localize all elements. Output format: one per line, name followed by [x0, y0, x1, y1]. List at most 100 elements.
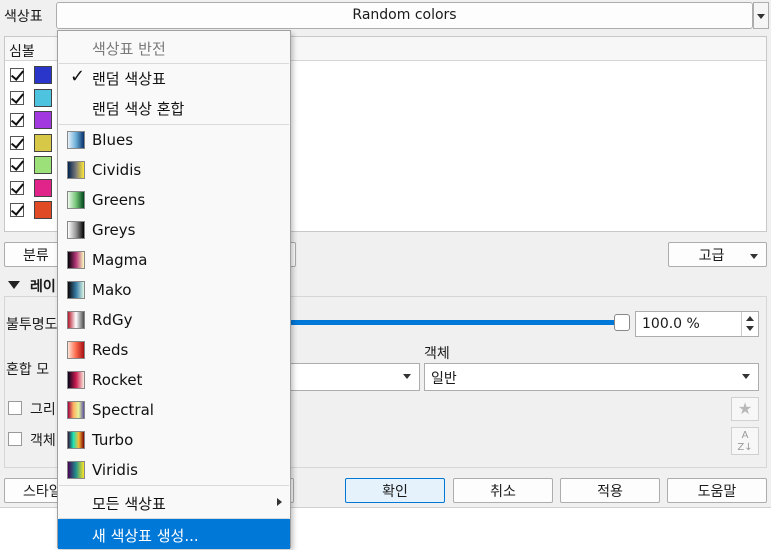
symbol-visibility-checkbox[interactable]	[10, 68, 24, 82]
menu-item-shuffle-colors[interactable]: 랜덤 색상 혼합	[58, 92, 290, 122]
menu-item-ramp-label: Viridis	[92, 461, 138, 479]
chevron-down-icon	[750, 254, 758, 259]
menu-item-ramp-viridis[interactable]: Viridis	[58, 455, 290, 485]
symbol-color-swatch[interactable]	[34, 66, 52, 84]
symbol-color-swatch[interactable]	[34, 156, 52, 174]
ramp-preview-icon	[67, 131, 85, 149]
symbol-row[interactable]	[8, 66, 58, 86]
symbol-row[interactable]	[8, 201, 58, 221]
draw-effects-label: 그리	[30, 402, 56, 418]
symbol-color-swatch[interactable]	[34, 201, 52, 219]
menu-item-ramp-cividis[interactable]: Cividis	[58, 155, 290, 185]
opacity-spinbox[interactable]: 100.0 %	[635, 311, 759, 337]
opacity-slider-track[interactable]	[290, 320, 620, 325]
menu-item-create-label: 새 색상표 생성...	[92, 527, 199, 545]
ramp-preview-icon	[67, 431, 85, 449]
chevron-down-icon[interactable]	[746, 326, 754, 331]
chevron-up-icon[interactable]	[746, 316, 754, 321]
color-ramp-menu: 색상표 반전 ✓ 랜덤 색상표 랜덤 색상 혼합 Blues Cividis Gre…	[57, 30, 291, 549]
menu-item-ramp-blues[interactable]: Blues	[58, 125, 290, 155]
opacity-stepper[interactable]	[741, 312, 758, 336]
object-blend-combo[interactable]: 일반	[424, 363, 759, 391]
advanced-button-label: 고급	[698, 247, 725, 264]
menu-item-ramp-magma[interactable]: Magma	[58, 245, 290, 275]
apply-button-label: 적용	[597, 483, 623, 500]
color-ramp-value: Random colors	[352, 7, 457, 23]
menu-item-invert-label: 색상표 반전	[92, 40, 166, 58]
symbol-color-swatch[interactable]	[34, 133, 52, 152]
ramp-preview-icon	[67, 341, 85, 359]
menu-item-ramp-label: Magma	[92, 251, 148, 269]
chevron-down-icon	[742, 374, 750, 379]
menu-item-ramp-label: Turbo	[92, 431, 134, 449]
menu-item-shuffle-label: 랜덤 색상 혼합	[92, 100, 185, 118]
opacity-slider-handle[interactable]	[614, 314, 630, 331]
menu-item-ramp-greens[interactable]: Greens	[58, 185, 290, 215]
menu-item-random-label: 랜덤 색상표	[92, 70, 166, 88]
color-ramp-dropdown-button[interactable]	[753, 2, 769, 29]
symbol-row[interactable]	[8, 178, 58, 199]
menu-item-ramp-reds[interactable]: Reds	[58, 335, 290, 365]
symbol-visibility-checkbox[interactable]	[10, 113, 24, 127]
help-button-label: 도움말	[697, 483, 737, 500]
object-checkbox[interactable]	[8, 432, 22, 446]
blend-mode-label: 혼합 모	[6, 362, 50, 378]
menu-item-ramp-label: Reds	[92, 341, 129, 359]
ramp-preview-icon	[67, 281, 85, 299]
cancel-button[interactable]: 취소	[453, 478, 553, 503]
symbol-visibility-checkbox[interactable]	[10, 135, 24, 150]
menu-item-ramp-label: Cividis	[92, 161, 142, 179]
menu-item-ramp-spectral[interactable]: Spectral	[58, 395, 290, 425]
menu-item-all-ramps-label: 모든 색상표	[92, 495, 166, 513]
symbol-color-swatch[interactable]	[34, 178, 52, 197]
ramp-preview-icon	[67, 401, 85, 419]
advanced-button[interactable]: 고급	[668, 242, 767, 267]
symbol-color-swatch[interactable]	[34, 88, 52, 107]
menu-item-ramp-label: Spectral	[92, 401, 154, 419]
ok-button[interactable]: 확인	[345, 478, 445, 503]
menu-item-all-ramps[interactable]: 모든 색상표	[58, 487, 290, 517]
object-label-2: 객체	[30, 433, 56, 449]
menu-item-ramp-turbo[interactable]: Turbo	[58, 425, 290, 455]
symbol-row[interactable]	[8, 156, 58, 176]
menu-item-ramp-label: Rocket	[92, 371, 143, 389]
ramp-preview-icon	[67, 191, 85, 209]
style-button-label: 스타일	[23, 483, 62, 500]
symbol-row[interactable]	[8, 133, 58, 154]
menu-item-ramp-label: Greys	[92, 221, 136, 239]
color-ramp-combo[interactable]: Random colors	[56, 2, 753, 29]
sort-az-icon[interactable]: A Z↓	[731, 427, 759, 455]
layer-blend-combo[interactable]	[290, 363, 420, 391]
cancel-button-label: 취소	[490, 483, 516, 500]
ramp-preview-icon	[67, 371, 85, 389]
color-ramp-label: 색상표	[4, 9, 43, 25]
menu-item-ramp-label: Mako	[92, 281, 132, 299]
symbol-color-swatch[interactable]	[34, 111, 52, 129]
menu-item-create-ramp[interactable]: 새 색상표 생성...	[58, 519, 290, 549]
menu-item-ramp-rdgy[interactable]: RdGy	[58, 305, 290, 335]
ramp-preview-icon	[67, 251, 85, 269]
symbol-visibility-checkbox[interactable]	[10, 203, 24, 217]
symbol-visibility-checkbox[interactable]	[10, 180, 24, 195]
menu-item-ramp-rocket[interactable]: Rocket	[58, 365, 290, 395]
menu-item-ramp-label: Blues	[92, 131, 134, 149]
collapse-arrow-icon[interactable]	[8, 281, 20, 289]
menu-item-invert-ramp[interactable]: 색상표 반전	[58, 32, 290, 62]
object-blend-label: 객체	[424, 346, 450, 362]
symbol-visibility-checkbox[interactable]	[10, 90, 24, 105]
help-button[interactable]: 도움말	[667, 478, 767, 503]
symbol-row[interactable]	[8, 88, 58, 109]
menu-item-random-colors[interactable]: ✓ 랜덤 색상표	[58, 62, 290, 92]
apply-button[interactable]: 적용	[560, 478, 660, 503]
effects-star-icon[interactable]: ★	[731, 397, 759, 421]
ramp-preview-icon	[67, 311, 85, 329]
symbol-column-header[interactable]: 심볼	[9, 41, 35, 61]
chevron-right-icon	[277, 498, 282, 506]
chevron-down-icon	[757, 14, 765, 19]
menu-item-ramp-greys[interactable]: Greys	[58, 215, 290, 245]
symbol-visibility-checkbox[interactable]	[10, 158, 24, 172]
opacity-label: 불투명도	[6, 317, 58, 333]
menu-item-ramp-mako[interactable]: Mako	[58, 275, 290, 305]
symbol-row[interactable]	[8, 111, 58, 131]
draw-effects-checkbox[interactable]	[8, 401, 22, 415]
